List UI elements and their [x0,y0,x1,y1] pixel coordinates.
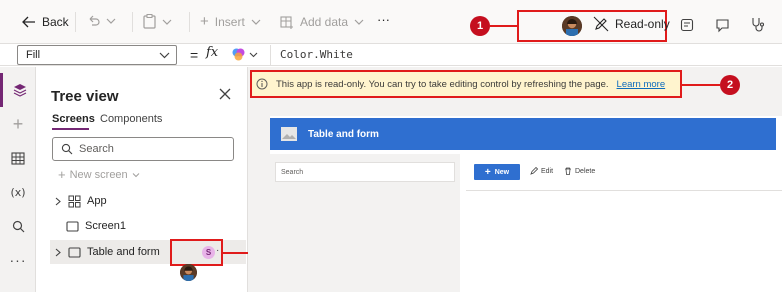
search-rail-button[interactable] [0,209,36,243]
tree-view-title: Tree view [51,88,119,105]
tree-item-screen1[interactable]: Screen1 [50,214,246,238]
chevron-down-icon [106,18,116,24]
tree-item-label: Screen1 [85,220,126,232]
divider [189,12,190,32]
plus-icon: + [484,166,491,178]
property-select[interactable]: Fill [17,45,177,65]
tree-view-rail-button[interactable] [0,73,36,107]
chevron-down-icon [251,19,261,25]
more-button[interactable]: ··· [377,12,390,27]
tab-screens[interactable]: Screens [52,113,95,125]
trash-icon [565,167,571,175]
edit-off-icon [593,16,609,32]
more-icon: ··· [9,252,27,268]
chevron-down-icon [159,52,170,59]
chevron-down-icon [354,19,364,25]
screen-icon [66,220,79,232]
fx-button[interactable]: fx [206,45,218,60]
callout-line [490,25,517,27]
chevron-right-icon [55,248,61,256]
divider [75,12,76,32]
plus-icon: + [200,13,209,30]
close-button[interactable] [219,88,231,103]
read-only-label: Read-only [615,17,670,31]
pencil-icon [530,167,538,175]
insert-label: Insert [214,15,245,29]
tab-components[interactable]: Components [100,113,162,125]
user-avatar[interactable] [562,16,582,36]
equals-sign: = [190,47,199,63]
more-label: ··· [377,12,390,27]
back-button[interactable]: Back [22,15,69,29]
more-rail-button[interactable]: ··· [0,243,36,277]
copilot-icon [232,48,245,61]
undo-icon [89,15,100,26]
variables-icon: (x) [10,185,26,199]
copilot-button[interactable] [231,47,258,62]
divider [132,12,133,32]
variables-rail-button[interactable]: (x) [0,175,36,209]
property-value: Fill [26,49,41,61]
undo-button[interactable] [86,14,116,28]
stethoscope-icon [752,18,765,32]
edit-button[interactable]: Edit [530,167,553,175]
back-label: Back [42,15,69,29]
left-rail: + (x) ··· [0,67,36,292]
table-icon [11,151,25,165]
gallery-search-input[interactable]: Search [275,162,455,182]
more-dots-icon[interactable]: · [216,245,219,256]
tree-item-label: Table and form [87,246,160,258]
callout-1: 1 [470,16,490,36]
layers-icon [13,84,26,97]
insert-rail-button[interactable]: + [0,107,36,141]
comments-button[interactable] [715,18,730,36]
plus-icon: + [12,113,24,134]
tree-search-input[interactable]: Search [52,137,234,161]
search-icon [61,143,73,155]
chevron-right-icon [55,197,61,205]
chevron-down-icon [132,172,140,177]
divider [466,190,782,191]
plus-icon: + [58,167,66,182]
paste-button[interactable] [143,14,172,29]
comment-icon [716,19,729,33]
new-button[interactable]: + New [474,164,520,180]
image-icon [281,127,297,141]
callout-2: 2 [720,75,740,95]
clipboard-icon [143,14,156,29]
coauthor-avatar[interactable] [180,264,197,281]
app-checker-button[interactable] [750,17,765,36]
insert-button[interactable]: + Insert [200,13,261,30]
divider [270,45,271,65]
app-grid-icon [68,195,81,207]
app-header: Table and form [270,118,776,150]
chevron-down-icon [162,19,172,25]
search-placeholder: Search [79,143,114,155]
tree-item-label: App [87,195,107,207]
coauthor-initial-badge[interactable]: S [202,246,215,259]
app-header-title: Table and form [308,128,379,140]
comments-panel-button[interactable] [680,18,694,35]
add-data-label: Add data [300,15,349,29]
read-only-indicator[interactable]: Read-only [593,16,670,32]
add-data-button[interactable]: Add data [280,15,364,29]
delete-button[interactable]: Delete [564,167,595,175]
formula-input[interactable]: Color.White [280,48,353,61]
new-screen-button[interactable]: + New screen [58,167,140,182]
tab-underline [52,128,89,130]
banner-highlight [250,70,682,98]
close-icon [219,88,231,100]
arrow-left-icon [22,16,35,28]
chevron-down-icon [249,52,258,58]
tree-item-app[interactable]: App [50,189,246,213]
data-rail-button[interactable] [0,141,36,175]
screen-icon [68,246,81,258]
search-icon [12,220,24,232]
notes-icon [680,18,694,32]
new-screen-label: New screen [69,168,128,181]
callout-line [682,84,720,86]
table-add-icon [280,15,293,29]
